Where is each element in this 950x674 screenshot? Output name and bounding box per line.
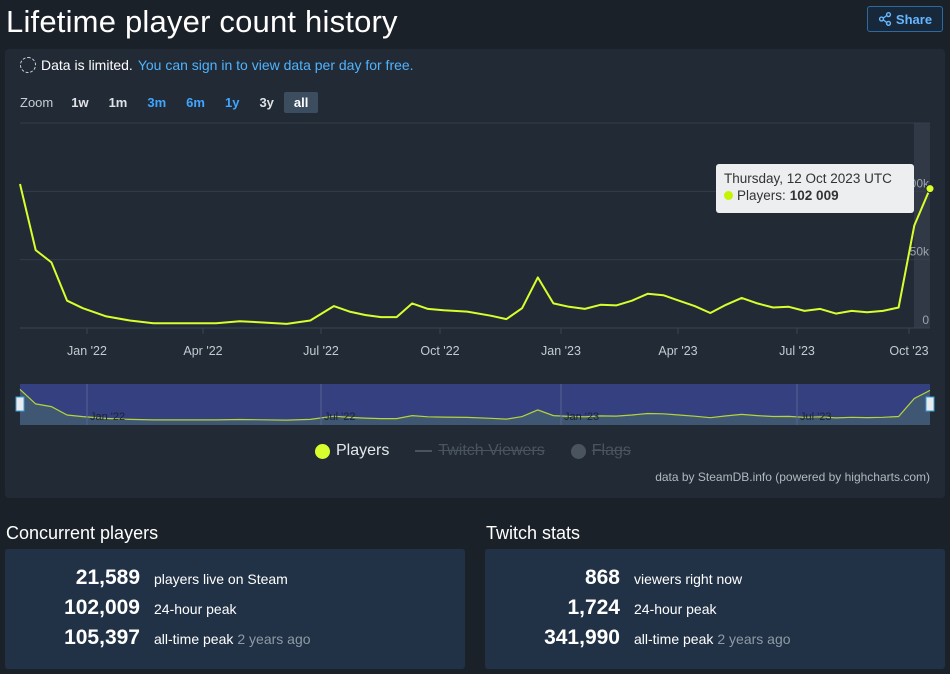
concurrent-players-title: Concurrent players: [6, 523, 159, 543]
flags-dot-icon: [570, 443, 586, 459]
share-button[interactable]: Share: [867, 6, 943, 32]
chart-panel: Data is limited. You can sign in to view…: [5, 49, 945, 498]
twitch-stats-title: Twitch stats: [486, 523, 581, 543]
page-title: Lifetime player count history: [6, 4, 398, 39]
stat-label: players live on Steam: [154, 571, 288, 587]
tooltip-date: Thursday, 12 Oct 2023 UTC: [724, 171, 892, 186]
navigator-handle-left[interactable]: [15, 396, 25, 412]
stat-subtext: 2 years ago: [717, 631, 791, 647]
y-tick-label: 50k: [910, 245, 930, 259]
stat-row: 1,724 24-hour peak: [485, 596, 945, 626]
tooltip-dot-icon: [724, 191, 733, 200]
stat-value: 341,990: [544, 626, 620, 649]
x-tick-label: Jul '23: [779, 344, 815, 358]
x-tick-label: Oct '22: [420, 344, 459, 358]
stat-subtext: 2 years ago: [237, 631, 311, 647]
line-icon: [415, 450, 433, 452]
twitch-stats-card: 868 viewers right now 1,724 24-hour peak…: [485, 549, 945, 669]
stat-label: all-time peak: [154, 631, 234, 647]
chart-area[interactable]: 050k100kJan '22 Apr '22 Jul '22 Oct '22 Jan …: [5, 49, 945, 498]
stat-row: 341,990 all-time peak 2 years ago: [485, 626, 945, 656]
share-label: Share: [895, 11, 933, 27]
stat-label: 24-hour peak: [634, 601, 717, 617]
stat-row: 21,589 players live on Steam: [5, 566, 465, 596]
chart-legend: Players Twitch Viewers Flags: [315, 442, 631, 460]
x-tick-label: Apr '22: [183, 344, 222, 358]
navigator-tick-label: Jan '23: [564, 411, 599, 423]
tooltip-value: 102 009: [789, 188, 839, 203]
stat-label: all-time peak: [634, 631, 714, 647]
legend-players-label: Players: [336, 442, 390, 459]
navigator-tick-label: Jul '23: [800, 411, 831, 423]
navigator-handle-right[interactable]: [925, 396, 935, 412]
legend-flags-label: Flags: [591, 442, 631, 459]
legend-twitch-label: Twitch Viewers: [438, 442, 545, 459]
chart-credit: data by SteamDB.info (powered by highcha…: [655, 470, 930, 484]
concurrent-players-card: 21,589 players live on Steam 102,009 24-…: [5, 549, 465, 669]
x-tick-label: Jul '22: [303, 344, 339, 358]
stat-value: 868: [584, 566, 620, 589]
hover-point: [925, 184, 935, 194]
navigator-tick-label: Jul '22: [324, 411, 355, 423]
stat-value: 21,589: [75, 566, 140, 589]
stat-label: 24-hour peak: [154, 601, 237, 617]
legend-flags[interactable]: Flags: [570, 442, 631, 460]
stat-value: 102,009: [64, 596, 140, 619]
tooltip-series: Players:: [737, 188, 786, 203]
players-dot-icon: [315, 443, 330, 459]
legend-players[interactable]: Players: [315, 442, 389, 460]
y-tick-label: 0: [922, 313, 929, 327]
chart-tooltip: Thursday, 12 Oct 2023 UTC Players: 102 0…: [716, 164, 914, 213]
x-tick-label: Jan '23: [541, 344, 581, 358]
stat-label: viewers right now: [634, 571, 743, 587]
stat-value: 105,397: [64, 626, 140, 649]
share-icon: [878, 12, 892, 26]
stat-row: 105,397 all-time peak 2 years ago: [5, 626, 465, 656]
navigator-tick-label: Jan '22: [90, 411, 125, 423]
stat-value: 1,724: [567, 596, 620, 619]
stat-row: 102,009 24-hour peak: [5, 596, 465, 626]
x-tick-label: Apr '23: [658, 344, 697, 358]
legend-twitch-viewers[interactable]: Twitch Viewers: [415, 442, 545, 460]
x-tick-label: Oct '23: [889, 344, 928, 358]
stat-row: 868 viewers right now: [485, 566, 945, 596]
hover-band: [914, 123, 930, 328]
x-tick-label: Jan '22: [67, 344, 107, 358]
